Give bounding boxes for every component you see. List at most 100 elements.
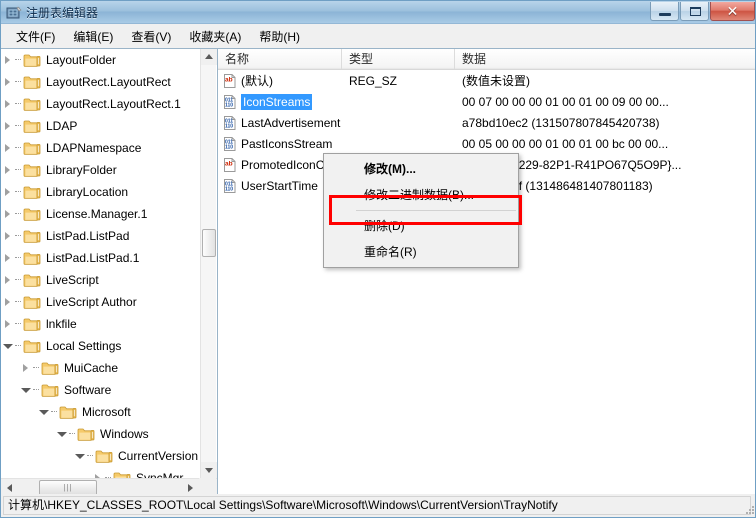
tree-item-syncmgr[interactable]: SyncMgr bbox=[1, 467, 201, 478]
expand-arrow-icon[interactable] bbox=[1, 115, 14, 137]
context-menu-item-3[interactable]: 重命名(R) bbox=[324, 239, 518, 265]
expand-arrow-icon[interactable] bbox=[1, 71, 14, 93]
column-header-type[interactable]: 类型 bbox=[342, 49, 455, 69]
context-menu-item-2[interactable]: 删除(D) bbox=[324, 213, 518, 239]
tree-item-layoutrect-layoutrect[interactable]: LayoutRect.LayoutRect bbox=[1, 71, 201, 93]
tree-item-license-manager-1[interactable]: License.Manager.1 bbox=[1, 203, 201, 225]
expand-arrow-icon[interactable] bbox=[1, 159, 14, 181]
scroll-up-icon[interactable] bbox=[201, 49, 217, 65]
table-row[interactable]: ab (默认) REG_SZ (数值未设置) bbox=[218, 70, 755, 91]
value-name: PastIconsStream bbox=[241, 136, 333, 151]
tree-item-muicache[interactable]: MuiCache bbox=[1, 357, 201, 379]
value-name: LastAdvertisement bbox=[241, 115, 341, 130]
expand-arrow-icon[interactable] bbox=[1, 93, 14, 115]
string-value-icon: ab bbox=[222, 73, 238, 89]
context-menu-item-1[interactable]: 修改二进制数据(B)... bbox=[324, 182, 518, 208]
tree-item-label: ListPad.ListPad.1 bbox=[46, 251, 140, 265]
folder-icon bbox=[23, 295, 41, 310]
maximize-button[interactable] bbox=[680, 2, 709, 21]
menu-edit[interactable]: 编辑(E) bbox=[64, 25, 122, 48]
tree-item-software[interactable]: Software bbox=[1, 379, 201, 401]
folder-icon bbox=[23, 53, 41, 68]
tree-vertical-scrollbar[interactable] bbox=[200, 49, 217, 478]
tree-item-librarylocation[interactable]: LibraryLocation bbox=[1, 181, 201, 203]
tree-item-windows[interactable]: Windows bbox=[1, 423, 201, 445]
tree-item-microsoft[interactable]: Microsoft bbox=[1, 401, 201, 423]
tree-item-label: MuiCache bbox=[64, 361, 119, 375]
folder-icon bbox=[23, 141, 41, 156]
title-bar[interactable]: 注册表编辑器 ✕ bbox=[1, 1, 755, 24]
tree-item-ldap[interactable]: LDAP bbox=[1, 115, 201, 137]
table-row[interactable]: 011 110 PastIconsStream 00 05 00 00 00 01 0… bbox=[218, 133, 755, 154]
folder-icon bbox=[23, 339, 41, 354]
expand-arrow-icon[interactable] bbox=[1, 137, 14, 159]
close-button[interactable]: ✕ bbox=[710, 2, 755, 21]
expand-arrow-icon[interactable] bbox=[1, 291, 14, 313]
scroll-down-icon[interactable] bbox=[201, 462, 217, 478]
folder-icon bbox=[23, 251, 41, 266]
table-row[interactable]: 011 110 IconStreams 00 07 00 00 00 01 00 01… bbox=[218, 91, 755, 112]
tree-item-label: LibraryLocation bbox=[46, 185, 129, 199]
tree-item-local-settings[interactable]: Local Settings bbox=[1, 335, 201, 357]
tree-item-label: SyncMgr bbox=[136, 471, 184, 478]
tree-connector bbox=[14, 335, 23, 357]
expand-arrow-icon[interactable] bbox=[1, 49, 14, 71]
collapse-arrow-icon[interactable] bbox=[37, 401, 50, 423]
tree-item-currentversion[interactable]: CurrentVersion bbox=[1, 445, 201, 467]
minimize-button[interactable] bbox=[650, 2, 679, 21]
registry-values-pane[interactable]: 名称 类型 数据 ab (默认) REG_SZ (数值未设置) 011 110 IconSt… bbox=[218, 48, 755, 496]
svg-text:ab: ab bbox=[225, 160, 233, 167]
context-menu[interactable]: 修改(M)... 修改二进制数据(B)... 删除(D) 重命名(R) bbox=[323, 153, 519, 268]
binary-value-icon: 011 110 bbox=[222, 115, 238, 131]
tree-connector bbox=[32, 379, 41, 401]
tree-item-label: LayoutRect.LayoutRect.1 bbox=[46, 97, 181, 111]
expand-arrow-icon[interactable] bbox=[1, 313, 14, 335]
menu-bar: 文件(F) 编辑(E) 查看(V) 收藏夹(A) 帮助(H) bbox=[1, 24, 755, 48]
menu-view[interactable]: 查看(V) bbox=[122, 25, 180, 48]
folder-icon bbox=[23, 97, 41, 112]
collapse-arrow-icon[interactable] bbox=[19, 379, 32, 401]
tree-connector bbox=[32, 357, 41, 379]
tree-item-label: LiveScript Author bbox=[46, 295, 137, 309]
expand-arrow-icon[interactable] bbox=[1, 181, 14, 203]
menu-favorites[interactable]: 收藏夹(A) bbox=[180, 25, 250, 48]
value-type: REG_SZ bbox=[349, 73, 398, 88]
expand-arrow-icon[interactable] bbox=[1, 203, 14, 225]
folder-icon bbox=[23, 119, 41, 134]
scroll-grip-icon: ||| bbox=[63, 483, 73, 492]
value-data: a78bd10ec2 (131507807845420738) bbox=[462, 115, 660, 130]
folder-icon bbox=[41, 361, 59, 376]
tree-item-listpad-listpad-1[interactable]: ListPad.ListPad.1 bbox=[1, 247, 201, 269]
tree-item-livescript-author[interactable]: LiveScript Author bbox=[1, 291, 201, 313]
tree-item-listpad-listpad[interactable]: ListPad.ListPad bbox=[1, 225, 201, 247]
tree-item-layoutrect-layoutrect-1[interactable]: LayoutRect.LayoutRect.1 bbox=[1, 93, 201, 115]
tree-item-label: Windows bbox=[100, 427, 149, 441]
column-header-name[interactable]: 名称 bbox=[218, 49, 342, 69]
value-data: 00 05 00 00 00 01 00 01 00 bc 00 00... bbox=[462, 136, 669, 151]
collapse-arrow-icon[interactable] bbox=[55, 423, 68, 445]
tree-vscroll-thumb[interactable] bbox=[202, 229, 216, 257]
tree-item-label: LayoutRect.LayoutRect bbox=[46, 75, 171, 89]
tree-item-ldapnamespace[interactable]: LDAPNamespace bbox=[1, 137, 201, 159]
table-row[interactable]: 011 110 LastAdvertisement a78bd10ec2 (13150… bbox=[218, 112, 755, 133]
expand-arrow-icon[interactable] bbox=[1, 247, 14, 269]
tree-item-layoutfolder[interactable]: LayoutFolder bbox=[1, 49, 201, 71]
expand-arrow-icon[interactable] bbox=[19, 357, 32, 379]
expand-arrow-icon[interactable] bbox=[1, 269, 14, 291]
context-menu-item-0[interactable]: 修改(M)... bbox=[324, 156, 518, 182]
registry-tree[interactable]: LayoutFolder LayoutRect.LayoutRect LayoutR… bbox=[1, 49, 201, 478]
tree-item-libraryfolder[interactable]: LibraryFolder bbox=[1, 159, 201, 181]
collapse-arrow-icon[interactable] bbox=[1, 335, 14, 357]
menu-help[interactable]: 帮助(H) bbox=[250, 25, 309, 48]
collapse-arrow-icon[interactable] bbox=[73, 445, 86, 467]
resize-grip-icon[interactable] bbox=[743, 503, 755, 515]
expand-arrow-icon[interactable] bbox=[1, 225, 14, 247]
menu-file[interactable]: 文件(F) bbox=[7, 25, 64, 48]
registry-tree-pane[interactable]: LayoutFolder LayoutRect.LayoutRect LayoutR… bbox=[1, 48, 218, 496]
tree-item-label: CurrentVersion bbox=[118, 449, 199, 463]
tree-item-lnkfile[interactable]: lnkfile bbox=[1, 313, 201, 335]
tree-item-livescript[interactable]: LiveScript bbox=[1, 269, 201, 291]
expand-arrow-icon[interactable] bbox=[91, 467, 104, 478]
column-header-data[interactable]: 数据 bbox=[455, 49, 755, 69]
tree-connector bbox=[68, 423, 77, 445]
